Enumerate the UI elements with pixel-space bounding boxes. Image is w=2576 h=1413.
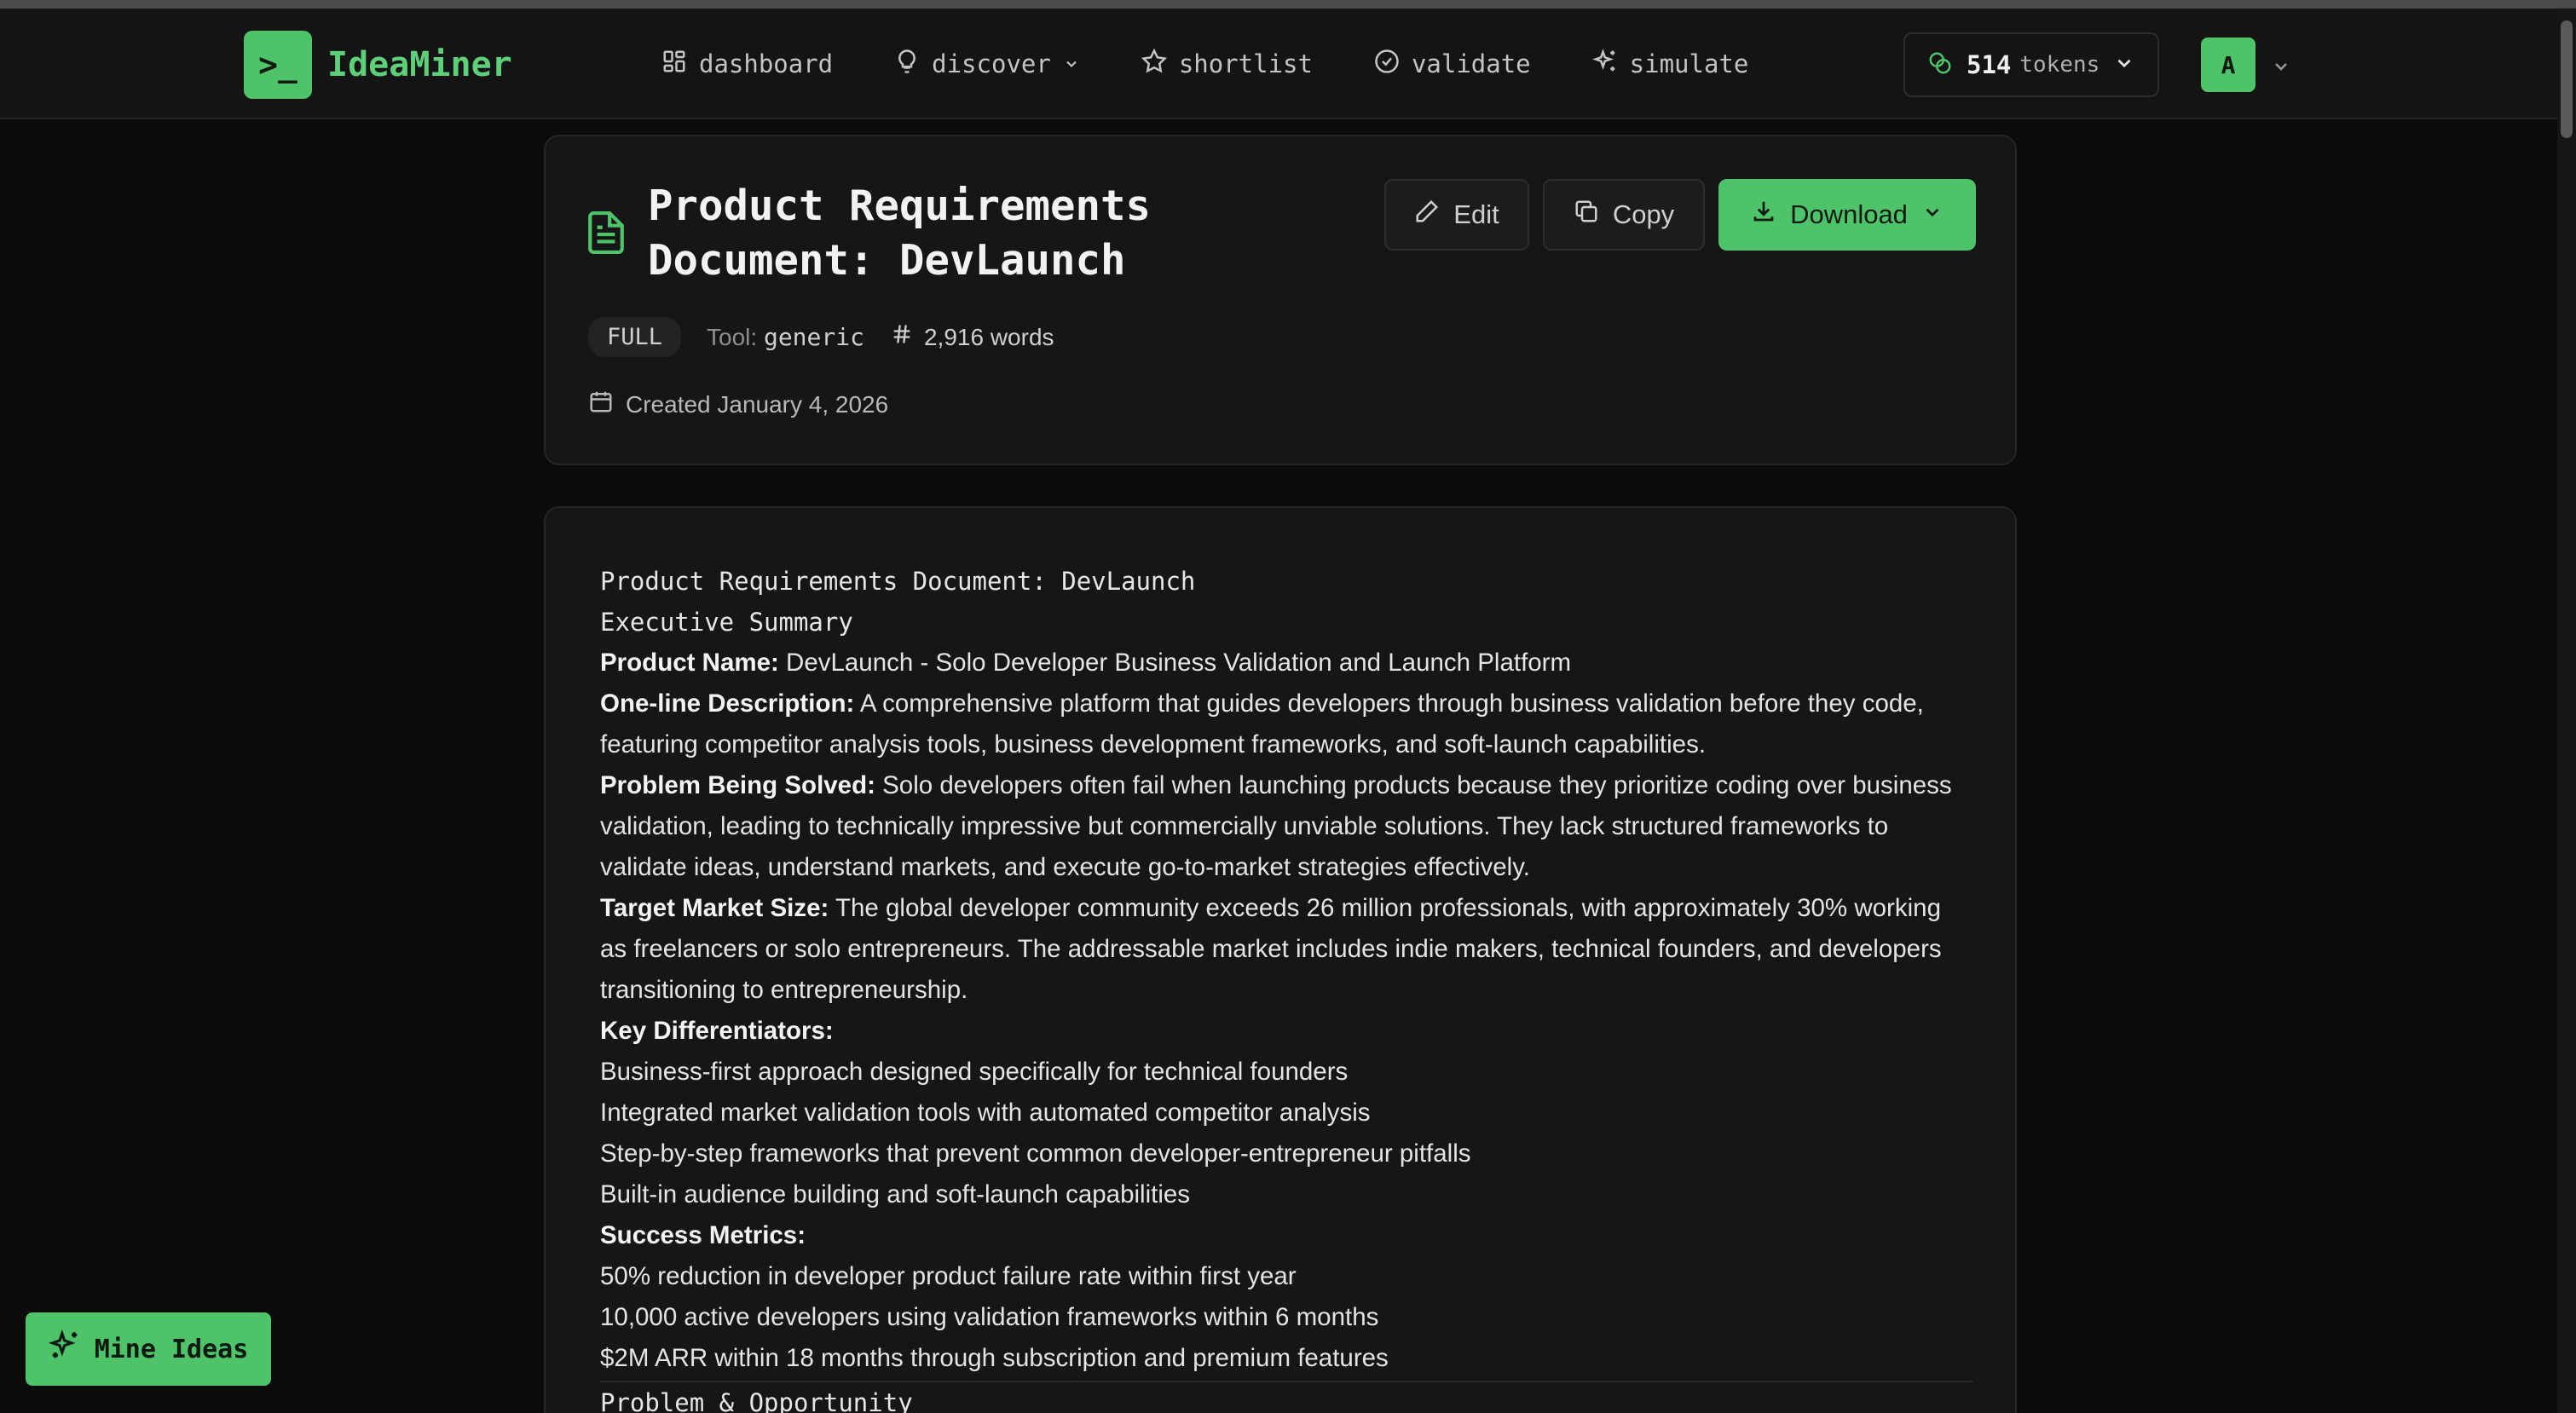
document-icon bbox=[588, 211, 624, 254]
download-button[interactable]: Download bbox=[1718, 179, 1976, 251]
nav-item-discover[interactable]: discover bbox=[894, 43, 1080, 85]
tool-meta: Tool: generic bbox=[707, 323, 864, 351]
nav-label-validate: validate bbox=[1411, 49, 1531, 78]
metrics-heading: Success Metrics: bbox=[600, 1215, 1972, 1256]
list-item: 50% reduction in developer product failu… bbox=[600, 1262, 1297, 1290]
document-meta: FULL Tool: generic 2,916 words bbox=[588, 317, 1054, 357]
chevron-down-icon bbox=[1063, 49, 1080, 78]
word-count: 2,916 words bbox=[890, 322, 1054, 352]
hash-icon bbox=[890, 322, 914, 352]
lightbulb-icon bbox=[894, 49, 920, 80]
download-icon bbox=[1751, 199, 1776, 231]
chevron-down-icon bbox=[2113, 52, 2135, 78]
differentiators-heading: Key Differentiators: bbox=[600, 1011, 1972, 1052]
nav-label-simulate: simulate bbox=[1629, 49, 1749, 78]
created-date-text: Created January 4, 2026 bbox=[626, 390, 889, 418]
list-item: Business-first approach designed specifi… bbox=[600, 1058, 1349, 1086]
mine-ideas-label: Mine Ideas bbox=[94, 1334, 249, 1364]
browser-top-strip bbox=[0, 0, 2576, 9]
terminal-logo-icon: >_ bbox=[244, 31, 312, 99]
star-icon bbox=[1141, 48, 1168, 80]
nav-item-validate[interactable]: validate bbox=[1374, 43, 1531, 85]
pencil-icon bbox=[1414, 199, 1440, 231]
top-navbar: >_ IdeaMiner dashboard discover shortlis… bbox=[0, 9, 2557, 119]
user-menu-chevron-icon[interactable] bbox=[2271, 56, 2291, 77]
list-item: Built-in audience building and soft-laun… bbox=[600, 1180, 1191, 1208]
list-item: Integrated market validation tools with … bbox=[600, 1099, 1371, 1127]
list-item: 10,000 active developers using validatio… bbox=[600, 1303, 1379, 1331]
edit-button-label: Edit bbox=[1453, 199, 1499, 229]
mine-ideas-button[interactable]: Mine Ideas bbox=[26, 1312, 271, 1386]
problem-paragraph: Problem Being Solved: Solo developers of… bbox=[600, 765, 1972, 888]
app-logo[interactable]: >_ IdeaMiner bbox=[244, 31, 512, 99]
market-label: Target Market Size: bbox=[600, 894, 829, 922]
chevron-down-icon bbox=[1921, 199, 1944, 230]
document-header-card: Product Requirements Document: DevLaunch… bbox=[544, 135, 2017, 465]
copy-button[interactable]: Copy bbox=[1543, 179, 1705, 251]
tool-value: generic bbox=[763, 323, 864, 351]
copy-button-label: Copy bbox=[1612, 199, 1675, 229]
page-title: Product Requirements Document: DevLaunch bbox=[648, 182, 1152, 285]
created-date: Created January 4, 2026 bbox=[588, 389, 888, 420]
tool-label: Tool: bbox=[707, 324, 758, 350]
nav-label-dashboard: dashboard bbox=[699, 49, 834, 78]
nav-item-dashboard[interactable]: dashboard bbox=[661, 43, 833, 85]
list-item: $2M ARR within 18 months through subscri… bbox=[600, 1344, 1389, 1372]
app-name: IdeaMiner bbox=[327, 45, 512, 84]
scrollbar-thumb[interactable] bbox=[2561, 20, 2573, 138]
list-item: Step-by-step frameworks that prevent com… bbox=[600, 1139, 1471, 1168]
coins-icon bbox=[1927, 50, 1953, 80]
grid-icon bbox=[661, 49, 687, 80]
status-badge: FULL bbox=[588, 317, 682, 357]
calendar-icon bbox=[588, 389, 614, 420]
next-section-heading: Problem & Opportunity bbox=[600, 1388, 913, 1413]
content-heading: Product Requirements Document: DevLaunch bbox=[600, 567, 1196, 596]
edit-button[interactable]: Edit bbox=[1384, 179, 1529, 251]
download-button-label: Download bbox=[1790, 199, 1908, 229]
sparkles-icon bbox=[1591, 48, 1618, 80]
product-name-value: DevLaunch - Solo Developer Business Vali… bbox=[778, 649, 1572, 677]
word-count-text: 2,916 words bbox=[923, 323, 1054, 350]
document-content: Product Requirements Document: DevLaunch… bbox=[600, 561, 1972, 1413]
main-nav: dashboard discover shortlist validate si… bbox=[661, 43, 1810, 85]
token-balance-dropdown[interactable]: 514 tokens bbox=[1903, 32, 2159, 97]
token-count: 514 bbox=[1967, 50, 2012, 79]
product-name-line: Product Name: DevLaunch - Solo Developer… bbox=[600, 643, 1972, 683]
market-paragraph: Target Market Size: The global developer… bbox=[600, 888, 1972, 1011]
nav-item-simulate[interactable]: simulate bbox=[1591, 43, 1749, 85]
one-line-label: One-line Description: bbox=[600, 689, 855, 718]
copy-icon bbox=[1574, 199, 1599, 231]
section-heading: Executive Summary bbox=[600, 608, 853, 637]
nav-label-discover: discover bbox=[932, 49, 1051, 78]
nav-label-shortlist: shortlist bbox=[1178, 49, 1313, 78]
nav-item-shortlist[interactable]: shortlist bbox=[1141, 43, 1313, 85]
scrollbar-track[interactable] bbox=[2557, 9, 2576, 1413]
differentiators-label: Key Differentiators: bbox=[600, 1017, 834, 1045]
token-label: tokens bbox=[2019, 52, 2100, 78]
metrics-label: Success Metrics: bbox=[600, 1221, 806, 1249]
avatar[interactable]: A bbox=[2201, 37, 2255, 92]
check-circle-icon bbox=[1374, 49, 1400, 80]
product-name-label: Product Name: bbox=[600, 649, 779, 677]
problem-label: Problem Being Solved: bbox=[600, 771, 875, 799]
document-content-card: Product Requirements Document: DevLaunch… bbox=[544, 506, 2017, 1413]
one-line-description: One-line Description: A comprehensive pl… bbox=[600, 683, 1972, 765]
sparkles-icon bbox=[48, 1329, 81, 1369]
